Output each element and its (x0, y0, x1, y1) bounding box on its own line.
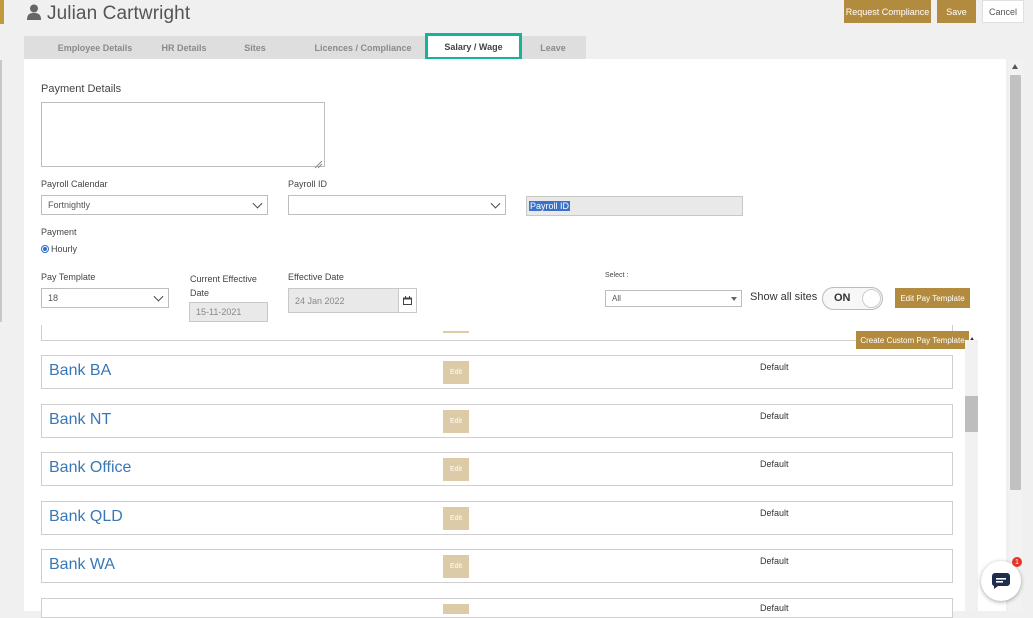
payroll-calendar-select[interactable]: Fortnightly (41, 195, 268, 215)
pay-template-name[interactable]: Bank Office (49, 459, 131, 477)
tab-hr-details[interactable]: HR Details (144, 36, 224, 59)
pay-template-select[interactable]: 18 (41, 288, 169, 308)
payment-hourly-label: Hourly (51, 244, 78, 254)
tab-licences-compliance[interactable]: Licences / Compliance (298, 36, 428, 59)
resize-handle-icon[interactable] (314, 156, 323, 169)
employee-name: Julian Cartwright (47, 3, 191, 24)
status-default: Default (760, 459, 789, 469)
current-effective-date-label: Current Effective Date (190, 272, 257, 300)
pay-template-name[interactable]: Bank QLD (49, 508, 123, 526)
payment-hourly-radio[interactable]: Hourly (41, 244, 77, 254)
tab-leave[interactable]: Leave (524, 36, 582, 59)
payment-details-label: Payment Details (41, 83, 122, 95)
tab-salary-wage[interactable]: Salary / Wage (425, 33, 522, 60)
create-custom-pay-template-button[interactable]: Create Custom Pay Template (856, 331, 969, 349)
edit-button[interactable]: Edit (443, 555, 469, 578)
page-title: Julian Cartwright (27, 3, 190, 25)
chevron-down-icon (490, 198, 501, 209)
pay-template-value: 18 (48, 293, 59, 303)
page-scrollbar-thumb[interactable] (1010, 75, 1021, 490)
edit-button[interactable]: Edit (443, 361, 469, 384)
edit-button[interactable]: Edit (443, 507, 469, 530)
partial-edit-button (443, 331, 469, 333)
edit-button[interactable]: Edit (443, 458, 469, 481)
request-compliance-button[interactable]: Request Compliance (844, 0, 931, 23)
current-effective-label-line2: Date (190, 288, 210, 298)
list-scrollbar-track[interactable] (965, 340, 978, 611)
pay-template-label: Pay Template (41, 272, 96, 282)
show-all-sites-label: Show all sites (750, 291, 818, 303)
save-button[interactable]: Save (937, 0, 976, 23)
show-all-sites-toggle[interactable]: ON (822, 287, 883, 310)
left-accent-bar (0, 0, 4, 24)
toggle-knob (862, 289, 881, 308)
pay-template-name[interactable]: Bank NT (49, 411, 111, 429)
toggle-state: ON (834, 292, 851, 304)
payment-label: Payment (41, 227, 77, 237)
site-select-label: Select : (605, 272, 629, 279)
status-default: Default (760, 508, 789, 518)
payroll-id-label: Payroll ID (288, 179, 328, 189)
list-item: Bank WA Edit Default (41, 549, 953, 583)
payroll-calendar-label: Payroll Calendar (41, 179, 108, 189)
list-item: Bank Office Edit Default (41, 452, 953, 486)
list-scrollbar-thumb[interactable] (965, 396, 978, 432)
caret-down-icon (731, 297, 737, 301)
site-select[interactable]: All (605, 290, 742, 307)
edit-button[interactable] (443, 604, 469, 614)
payroll-id-select[interactable] (288, 195, 506, 215)
edit-button[interactable]: Edit (443, 410, 469, 433)
payroll-id-input[interactable]: Payroll ID (526, 196, 743, 216)
chat-icon (992, 573, 1010, 589)
chevron-down-icon (252, 198, 263, 209)
current-effective-label-line1: Current Effective (190, 274, 257, 284)
chat-widget-button[interactable] (981, 561, 1021, 601)
chevron-down-icon (153, 291, 164, 302)
pay-template-name[interactable]: Bank WA (49, 556, 115, 574)
effective-date-input[interactable]: 24 Jan 2022 (288, 288, 399, 313)
tab-sites[interactable]: Sites (229, 36, 281, 59)
left-divider (0, 60, 2, 322)
status-default: Default (760, 603, 789, 613)
payment-details-textarea[interactable] (41, 102, 325, 167)
list-item: Bank NT Edit Default (41, 404, 953, 438)
payroll-calendar-value: Fortnightly (48, 200, 91, 210)
list-item: Default (41, 598, 953, 618)
calendar-button[interactable] (398, 288, 417, 313)
page-scroll-up-icon[interactable] (1012, 64, 1018, 69)
edit-pay-template-button[interactable]: Edit Pay Template (895, 288, 970, 308)
pay-template-name[interactable]: Bank BA (49, 362, 111, 380)
status-default: Default (760, 362, 789, 372)
status-default: Default (760, 556, 789, 566)
calendar-icon (403, 296, 412, 305)
current-effective-date-field: 15-11-2021 (189, 302, 268, 322)
radio-checked-icon (41, 245, 49, 253)
effective-date-label: Effective Date (288, 272, 344, 282)
list-item: Bank QLD Edit Default (41, 501, 953, 535)
payroll-id-input-text: Payroll ID (529, 201, 571, 211)
user-icon (27, 4, 41, 25)
notification-badge: 1 (1012, 557, 1022, 567)
site-select-value: All (612, 294, 621, 303)
cancel-button[interactable]: Cancel (982, 0, 1024, 23)
list-item: Bank BA Edit Default (41, 355, 953, 389)
status-default: Default (760, 411, 789, 421)
list-item-partial (41, 325, 953, 341)
